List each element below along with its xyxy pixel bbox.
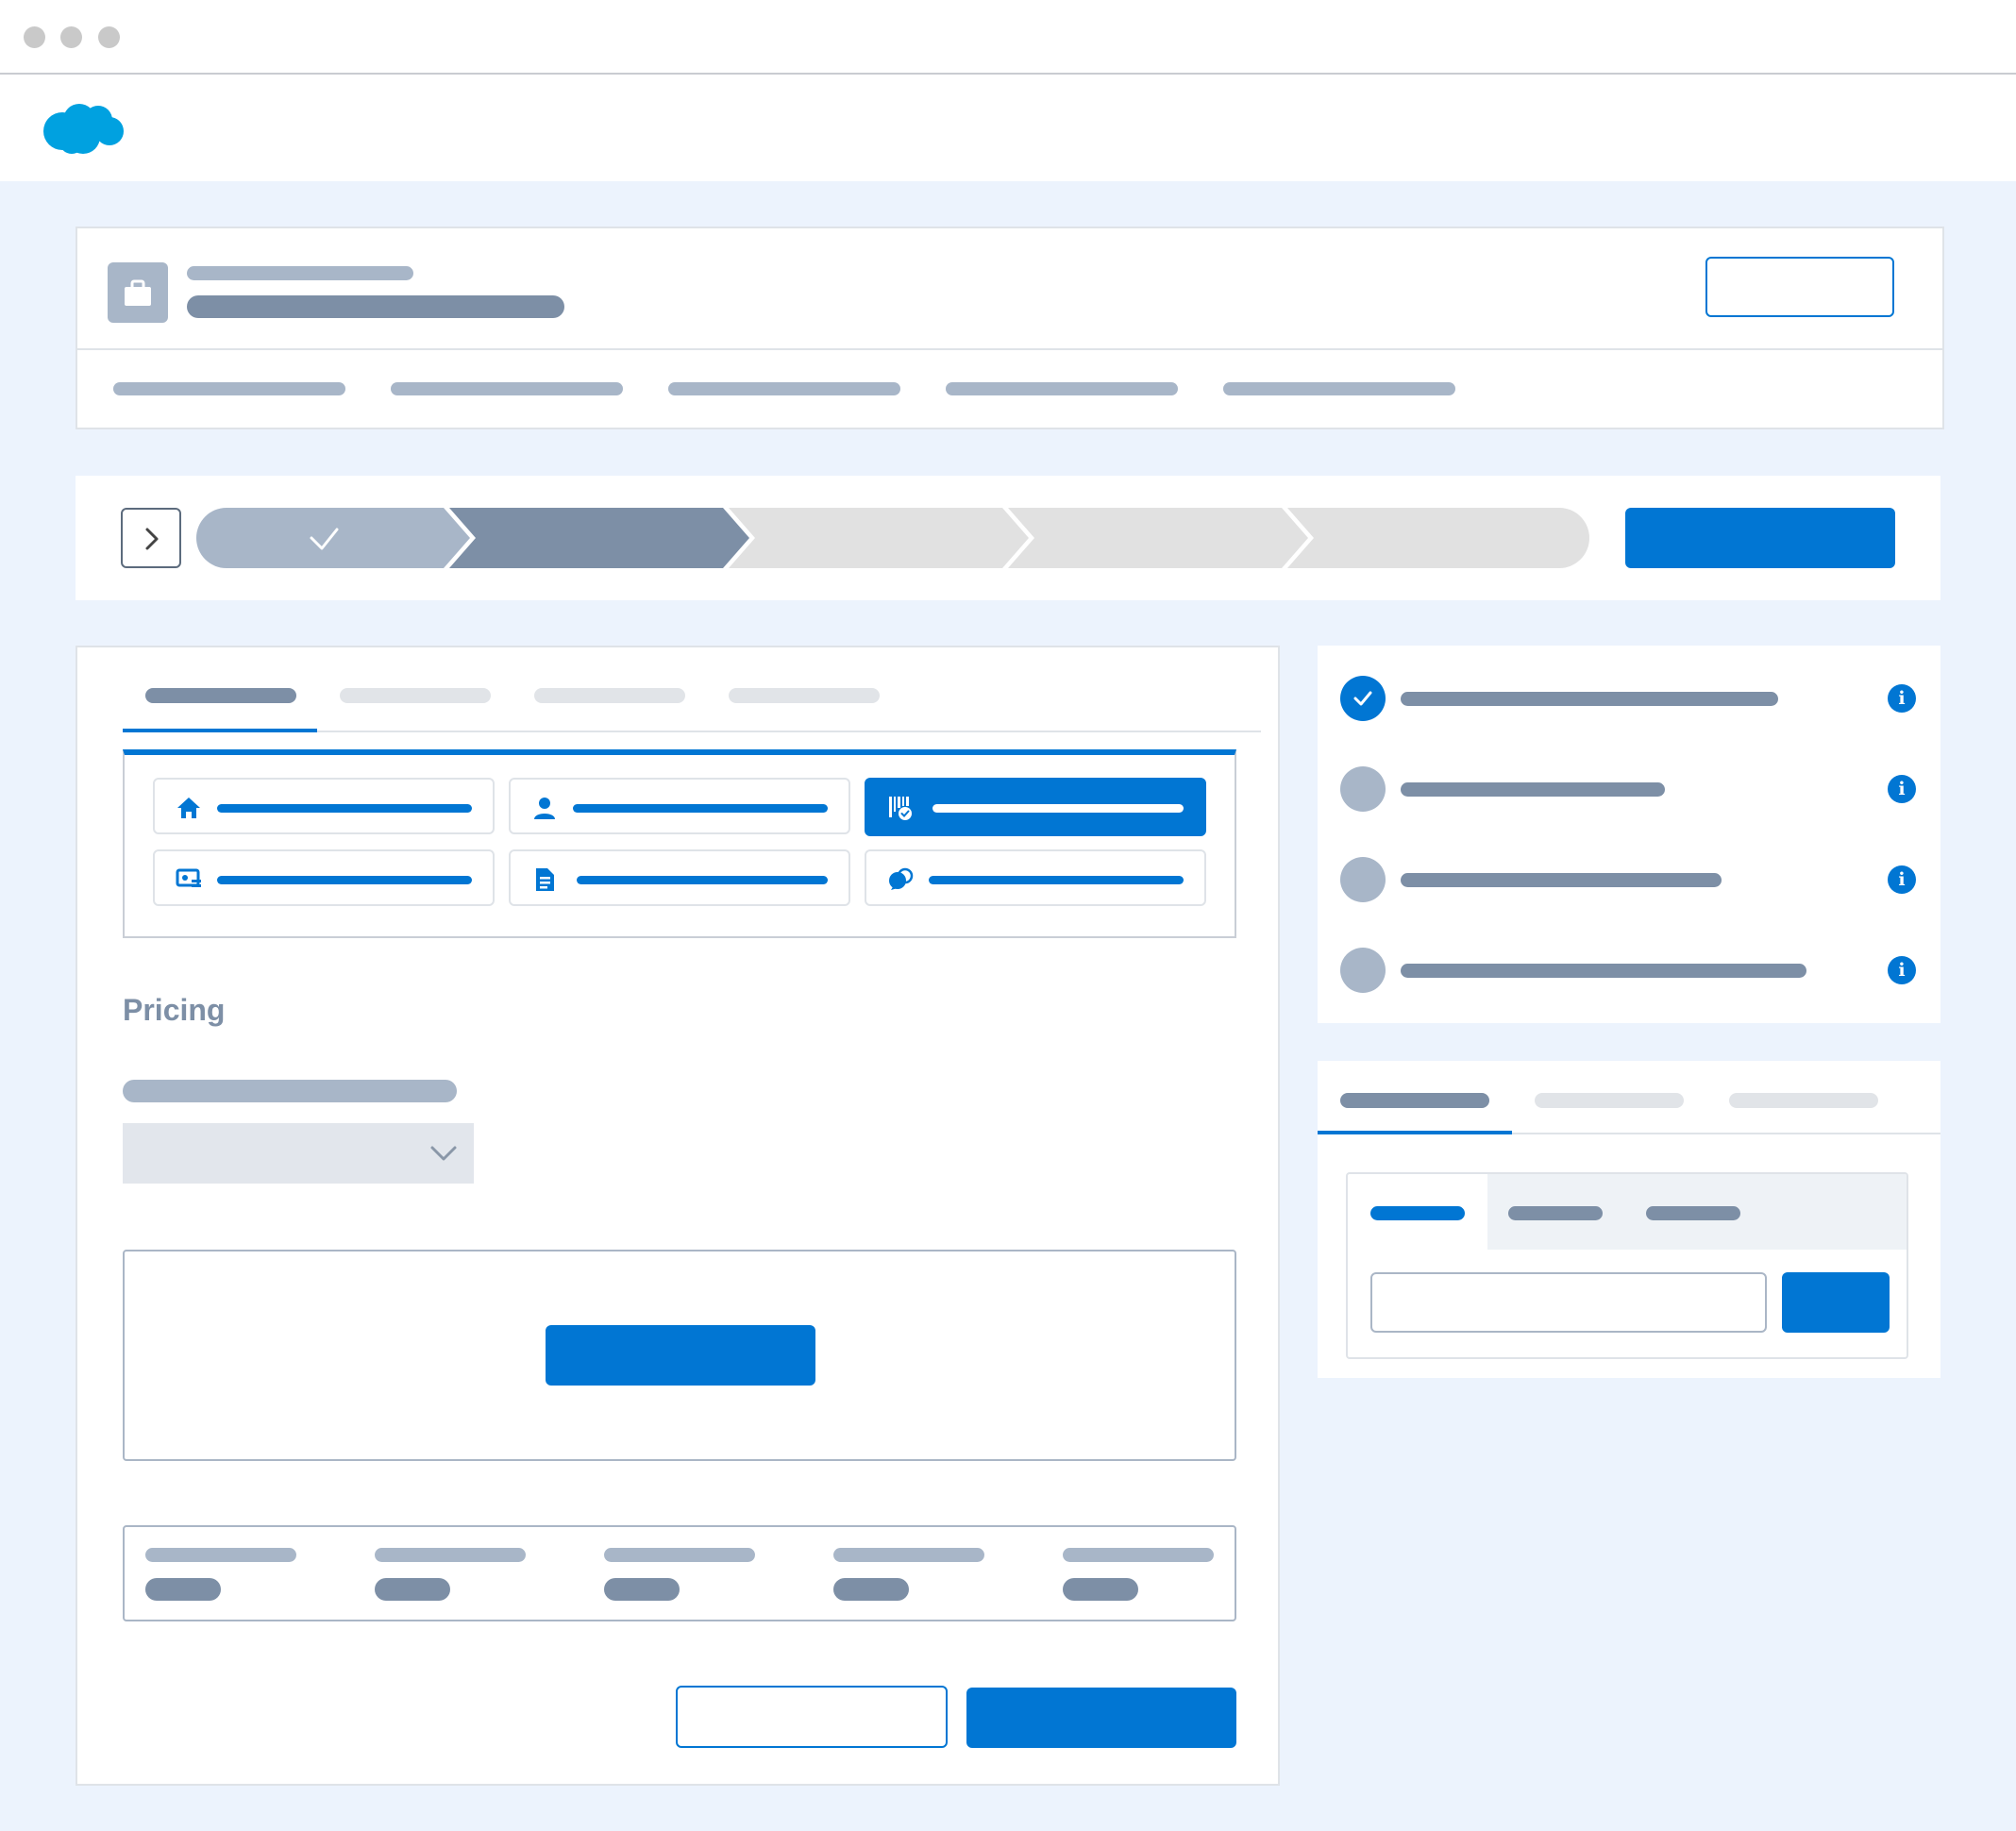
composer-input[interactable]: [1370, 1272, 1767, 1333]
composer-tab-1-label[interactable]: [1370, 1206, 1465, 1220]
path-stages: [196, 508, 1589, 568]
summary-label-4: [833, 1548, 984, 1562]
check-icon: [1353, 691, 1372, 706]
tab-1-label[interactable]: [145, 688, 296, 703]
pricing-select[interactable]: [123, 1123, 474, 1184]
path-stage-1[interactable]: [196, 508, 470, 568]
barcode-check-icon: [889, 797, 912, 820]
summary-label-1: [145, 1548, 296, 1562]
tile-chat[interactable]: [865, 849, 1206, 906]
info-icon[interactable]: i: [1888, 775, 1916, 803]
path-stage-4[interactable]: [1008, 508, 1308, 568]
user-icon: [534, 798, 555, 819]
highlight-field-5: [1223, 382, 1455, 395]
checklist-status-4: [1340, 948, 1386, 993]
chat-icon: [889, 867, 914, 890]
checklist-card: i i i i: [1318, 646, 1940, 1023]
pricing-primary-button[interactable]: [546, 1325, 815, 1386]
pricing-action-panel: [123, 1250, 1236, 1461]
activity-tab-1-label[interactable]: [1340, 1093, 1489, 1108]
checklist-status-2: [1340, 766, 1386, 812]
path-toggle-button[interactable]: [121, 508, 181, 568]
header-action-button[interactable]: [1705, 257, 1894, 317]
info-icon[interactable]: i: [1888, 684, 1916, 713]
cloud-logo-icon[interactable]: [42, 99, 125, 156]
summary-value-1: [145, 1578, 221, 1601]
highlight-field-2: [391, 382, 623, 395]
window-close-dot[interactable]: [24, 26, 45, 48]
tile-home[interactable]: [153, 778, 495, 834]
cancel-button[interactable]: [676, 1686, 948, 1748]
pricing-field-label: [123, 1080, 457, 1102]
highlight-field-3: [668, 382, 900, 395]
highlight-field-1: [113, 382, 345, 395]
highlight-field-4: [946, 382, 1178, 395]
record-type-placeholder: [187, 266, 413, 280]
checklist-status-3: [1340, 857, 1386, 902]
record-icon-tile: [108, 262, 168, 323]
activity-tab-2-label[interactable]: [1535, 1093, 1684, 1108]
path-card: [76, 476, 1940, 600]
path-stage-5[interactable]: [1287, 508, 1589, 568]
tile-chat-label: [929, 876, 1184, 884]
record-header-card: [76, 227, 1944, 429]
activity-tabs-divider: [1512, 1133, 1940, 1134]
tile-document-label: [577, 876, 828, 884]
summary-value-2: [375, 1578, 450, 1601]
checklist-item-3-label[interactable]: [1401, 873, 1722, 887]
activity-active-tab-indicator: [1318, 1131, 1512, 1134]
window-maximize-dot[interactable]: [98, 26, 120, 48]
activity-tab-3-label[interactable]: [1729, 1093, 1878, 1108]
checklist-item-4-label[interactable]: [1401, 964, 1806, 978]
path-stage-2[interactable]: [449, 508, 749, 568]
tab-2-label[interactable]: [340, 688, 491, 703]
summary-fields: [123, 1525, 1236, 1621]
document-icon: [536, 868, 554, 891]
home-icon: [177, 798, 200, 818]
mark-stage-complete-button[interactable]: [1625, 508, 1895, 568]
checklist-item-1-label[interactable]: [1401, 692, 1778, 706]
tile-account[interactable]: [153, 849, 495, 906]
tab-4-label[interactable]: [729, 688, 880, 703]
tile-document[interactable]: [509, 849, 850, 906]
chevron-down-icon: [430, 1146, 457, 1161]
tile-contact-label: [573, 804, 828, 813]
action-tile-grid: [123, 749, 1236, 938]
summary-label-5: [1063, 1548, 1214, 1562]
activity-card: [1318, 1061, 1940, 1378]
tile-product-label: [932, 804, 1184, 813]
window-title-bar: [0, 0, 2016, 75]
window-minimize-dot[interactable]: [60, 26, 82, 48]
active-tab-indicator: [123, 729, 317, 732]
record-name-placeholder: [187, 295, 564, 318]
tile-contact[interactable]: [509, 778, 850, 834]
id-card-icon: [176, 868, 201, 887]
summary-value-5: [1063, 1578, 1138, 1601]
composer-tab-2-label[interactable]: [1508, 1206, 1603, 1220]
section-title: Pricing: [123, 993, 226, 1027]
info-icon[interactable]: i: [1888, 956, 1916, 984]
tabs-divider: [317, 731, 1261, 732]
summary-label-2: [375, 1548, 526, 1562]
checklist-item-2-label[interactable]: [1401, 782, 1665, 797]
briefcase-icon: [125, 279, 151, 306]
summary-value-3: [604, 1578, 680, 1601]
composer-tab-3-label[interactable]: [1646, 1206, 1740, 1220]
app-header: [0, 75, 2016, 181]
header-divider: [77, 348, 1942, 350]
chevron-right-icon: [145, 528, 159, 550]
summary-value-4: [833, 1578, 909, 1601]
save-button[interactable]: [966, 1688, 1236, 1748]
composer-submit-button[interactable]: [1782, 1272, 1890, 1333]
tile-product[interactable]: [865, 778, 1206, 836]
main-card: Pricing: [76, 646, 1280, 1786]
tile-home-label: [217, 804, 472, 813]
tile-account-label: [217, 876, 472, 884]
summary-label-3: [604, 1548, 755, 1562]
tab-3-label[interactable]: [534, 688, 685, 703]
composer-panel: [1346, 1172, 1908, 1359]
checklist-status-1: [1340, 676, 1386, 721]
path-stage-3[interactable]: [729, 508, 1029, 568]
info-icon[interactable]: i: [1888, 865, 1916, 894]
